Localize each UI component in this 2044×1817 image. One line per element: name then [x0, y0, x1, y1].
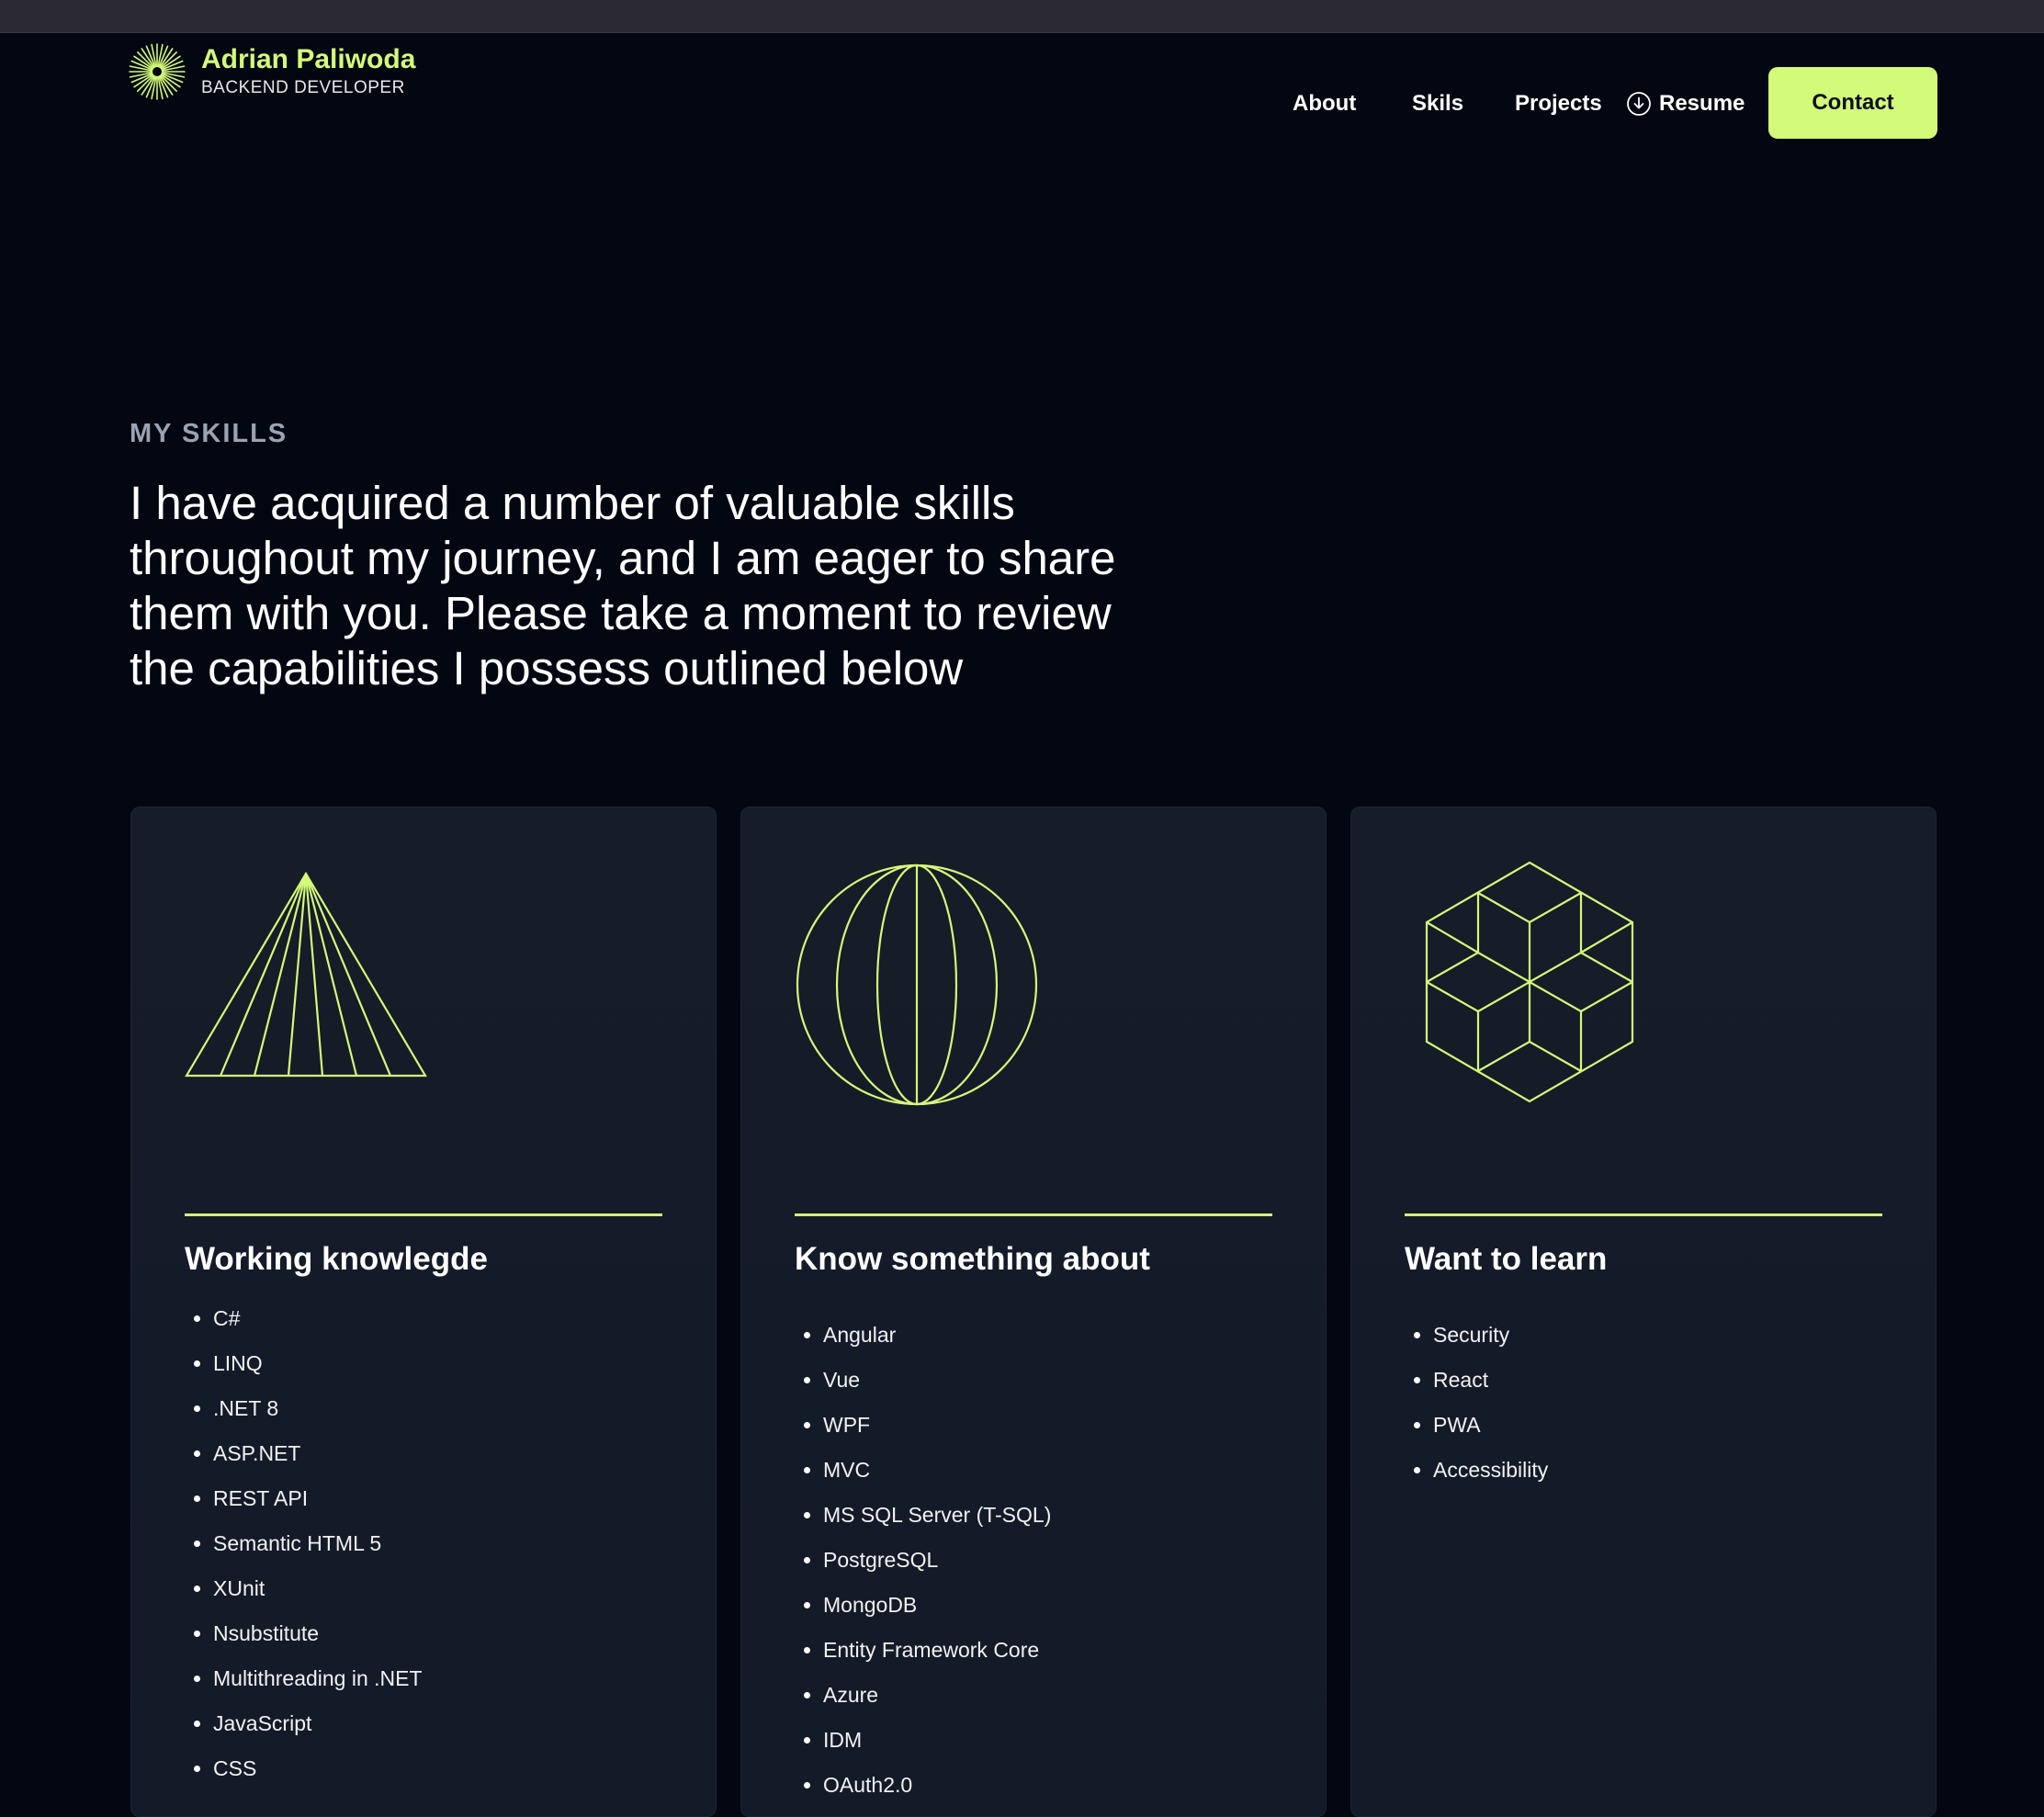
skill-list: Security React PWA Accessibility	[1405, 1313, 1548, 1493]
card-title: Working knowlegde	[185, 1241, 488, 1277]
globe-icon	[796, 863, 1038, 1106]
card-title: Know something about	[795, 1241, 1150, 1277]
contact-button[interactable]: Contact	[1768, 67, 1937, 139]
section-headline: I have acquired a number of valuable ski…	[130, 477, 1116, 694]
skill-card-want-to-learn: Want to learn Security React PWA Accessi…	[1350, 807, 1937, 1817]
skill-card-working-knowledge: Working knowlegde C# LINQ .NET 8 ASP.NET…	[130, 807, 717, 1817]
skill-item: REST API	[185, 1476, 423, 1521]
triangle-rays-icon	[185, 871, 427, 1078]
skill-item: IDM	[795, 1718, 1051, 1763]
card-title: Want to learn	[1405, 1241, 1608, 1277]
card-divider	[1405, 1213, 1882, 1216]
skill-item: MVC	[795, 1448, 1051, 1493]
skill-item: React	[1405, 1358, 1548, 1403]
skill-item: MS SQL Server (T-SQL)	[795, 1493, 1051, 1538]
skill-item: LINQ	[185, 1341, 423, 1386]
download-icon	[1627, 92, 1651, 116]
nav-resume-label: Resume	[1659, 91, 1745, 116]
skill-list: C# LINQ .NET 8 ASP.NET REST API Semantic…	[185, 1296, 423, 1791]
skill-item: PWA	[1405, 1403, 1548, 1448]
skill-card-know-something-about: Know something about Angular Vue WPF MVC…	[740, 807, 1327, 1817]
card-divider	[795, 1213, 1272, 1216]
nav-projects-link[interactable]: Projects	[1515, 91, 1602, 117]
skill-item: Accessibility	[1405, 1448, 1548, 1493]
skill-item: JavaScript	[185, 1701, 423, 1746]
skill-item: Multithreading in .NET	[185, 1656, 423, 1701]
section-eyebrow: MY SKILLS	[130, 419, 288, 448]
skill-item: XUnit	[185, 1566, 423, 1611]
nav-about-link[interactable]: About	[1293, 91, 1356, 117]
card-divider	[185, 1213, 662, 1216]
cube-hexagon-icon	[1425, 861, 1634, 1103]
skill-item: .NET 8	[185, 1386, 423, 1431]
skill-item: MongoDB	[795, 1583, 1051, 1628]
skill-item: ASP.NET	[185, 1431, 423, 1476]
skill-item: WPF	[795, 1403, 1051, 1448]
skill-list: Angular Vue WPF MVC MS SQL Server (T-SQL…	[795, 1313, 1051, 1808]
browser-top-bar	[0, 0, 2044, 33]
skill-item: Semantic HTML 5	[185, 1521, 423, 1566]
skill-item: PostgreSQL	[795, 1538, 1051, 1583]
nav-skills-link[interactable]: Skils	[1412, 91, 1463, 117]
skill-item: Angular	[795, 1313, 1051, 1358]
skill-item: Security	[1405, 1313, 1548, 1358]
main-nav: About Skils Projects Resume	[0, 68, 2044, 140]
skill-item: Vue	[795, 1358, 1051, 1403]
skill-item: C#	[185, 1296, 423, 1341]
skill-item: Nsubstitute	[185, 1611, 423, 1656]
nav-resume-link[interactable]: Resume	[1626, 91, 1745, 117]
skill-item: Entity Framework Core	[795, 1628, 1051, 1673]
skill-item: Azure	[795, 1673, 1051, 1718]
skill-item: CSS	[185, 1746, 423, 1791]
